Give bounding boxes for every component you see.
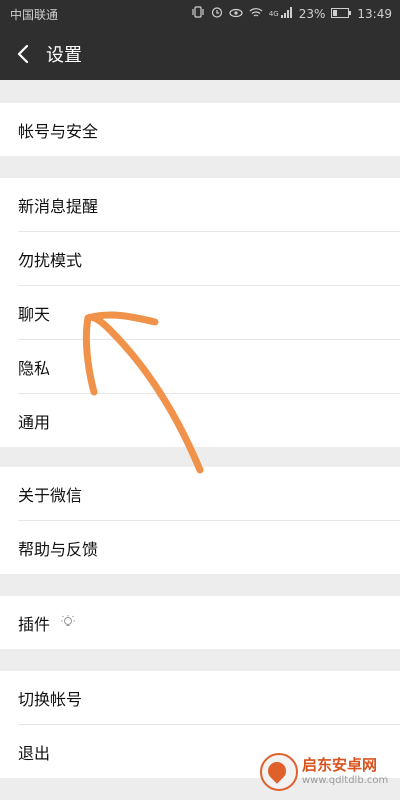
page-title: 设置	[46, 45, 82, 66]
settings-item-do-not-disturb[interactable]: 勿扰模式	[18, 232, 400, 286]
eye-icon	[229, 7, 243, 21]
settings-group-main: 新消息提醒 勿扰模式 聊天 隐私 通用	[0, 178, 400, 447]
settings-item-label: 隐私	[18, 359, 51, 378]
settings-item-label: 关于微信	[18, 486, 83, 505]
chevron-left-icon	[17, 44, 29, 64]
clock-time: 13:49	[357, 6, 392, 21]
settings-item-label: 新消息提醒	[18, 197, 99, 216]
battery-icon	[331, 7, 352, 21]
settings-item-label: 插件	[18, 615, 51, 634]
settings-item-account-security[interactable]: 帐号与安全	[18, 103, 400, 156]
settings-item-label: 帐号与安全	[18, 122, 99, 141]
title-bar: 设置	[0, 28, 400, 80]
settings-group-account: 帐号与安全	[0, 103, 400, 156]
settings-item-general[interactable]: 通用	[18, 394, 400, 447]
settings-item-label: 切换帐号	[18, 690, 83, 709]
watermark-title: 启东安卓网	[302, 756, 378, 774]
settings-item-label: 退出	[18, 744, 51, 763]
settings-item-notifications[interactable]: 新消息提醒	[18, 178, 400, 232]
watermark-logo	[260, 753, 298, 791]
settings-item-about-wechat[interactable]: 关于微信	[18, 467, 400, 521]
vibrate-icon	[191, 6, 205, 21]
watermark: 启东安卓网 www.qdltdlb.com	[260, 752, 394, 792]
wifi-icon	[249, 7, 263, 21]
settings-item-switch-account[interactable]: 切换帐号	[18, 671, 400, 725]
settings-item-plugins[interactable]: 插件	[18, 596, 400, 649]
settings-item-label: 勿扰模式	[18, 251, 83, 270]
signal-icon	[280, 6, 293, 21]
carrier-name: 中国联通	[10, 8, 59, 22]
status-bar: 中国联通 4G 23% 13:49	[0, 0, 400, 28]
settings-group-about: 关于微信 帮助与反馈	[0, 467, 400, 574]
settings-item-label: 聊天	[18, 305, 51, 324]
settings-item-label: 帮助与反馈	[18, 540, 99, 559]
settings-item-help-feedback[interactable]: 帮助与反馈	[18, 521, 400, 574]
settings-item-privacy[interactable]: 隐私	[18, 340, 400, 394]
battery-percent: 23%	[298, 6, 326, 21]
lightbulb-icon	[60, 614, 76, 630]
back-button[interactable]	[10, 40, 38, 68]
network-label: 4G	[268, 9, 279, 18]
status-icons: 4G 23% 13:49	[191, 6, 392, 21]
settings-item-chat[interactable]: 聊天	[18, 286, 400, 340]
alarm-icon	[211, 6, 223, 21]
settings-item-label: 通用	[18, 413, 51, 432]
settings-group-plugins: 插件	[0, 596, 400, 649]
watermark-url: www.qdltdlb.com	[302, 775, 389, 786]
